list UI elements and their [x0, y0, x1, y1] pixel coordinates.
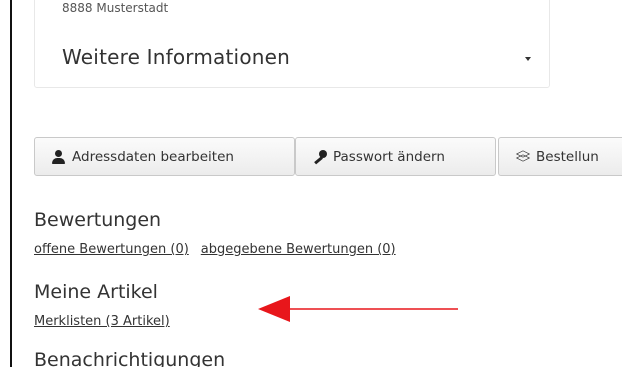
red-arrow-annotation — [258, 296, 458, 322]
arrow-head — [258, 296, 290, 322]
